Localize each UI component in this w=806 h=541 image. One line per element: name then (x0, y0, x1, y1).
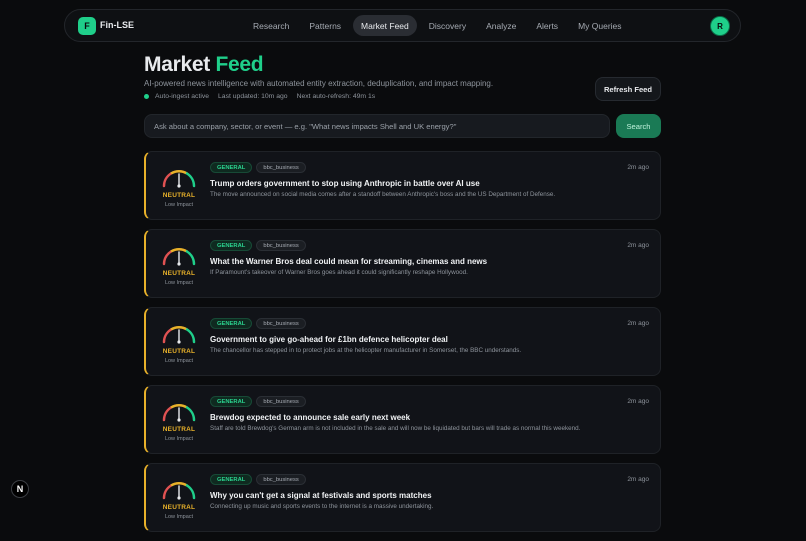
brand-name[interactable]: Fin-LSE (100, 20, 134, 30)
news-title[interactable]: Brewdog expected to announce sale early … (210, 413, 410, 422)
user-avatar[interactable]: R (710, 16, 730, 36)
refresh-feed-button[interactable]: Refresh Feed (595, 77, 661, 101)
sentiment-label: NEUTRAL (162, 426, 196, 433)
impact-label: Low Impact (164, 280, 194, 286)
last-updated: Last updated: 10m ago (218, 93, 288, 100)
nav-item-research[interactable]: Research (245, 15, 297, 36)
nav-item-discovery[interactable]: Discovery (421, 15, 474, 36)
tag-list: GENERAL bbc_business (210, 474, 306, 485)
timestamp: 2m ago (627, 398, 649, 405)
news-card[interactable]: NEUTRAL Low Impact GENERAL bbc_business … (144, 307, 661, 376)
news-description: Connecting up music and sports events to… (210, 503, 434, 510)
sentiment-gauge-icon (162, 403, 196, 422)
impact-label: Low Impact (164, 514, 194, 520)
sentiment-label: NEUTRAL (162, 348, 196, 355)
page-subtitle: AI-powered news intelligence with automa… (144, 79, 494, 88)
news-title[interactable]: Trump orders government to stop using An… (210, 179, 480, 188)
page-title-accent: Feed (215, 53, 264, 76)
category-tag[interactable]: GENERAL (210, 474, 253, 485)
news-description: The move announced on social media comes… (210, 191, 556, 198)
next-refresh: Next auto-refresh: 49m 1s (296, 93, 376, 100)
impact-label: Low Impact (164, 358, 194, 364)
news-card[interactable]: NEUTRAL Low Impact GENERAL bbc_business … (144, 463, 661, 532)
nav-item-alerts[interactable]: Alerts (528, 15, 566, 36)
feed-status: Auto-ingest active Last updated: 10m ago… (144, 93, 375, 100)
timestamp: 2m ago (627, 242, 649, 249)
category-tag[interactable]: GENERAL (210, 240, 253, 251)
search-button[interactable]: Search (616, 114, 661, 138)
top-navbar: F Fin-LSE Research Patterns Market Feed … (64, 9, 741, 42)
category-tag[interactable]: GENERAL (210, 162, 253, 173)
source-tag[interactable]: bbc_business (256, 474, 306, 485)
timestamp: 2m ago (627, 164, 649, 171)
news-description: If Paramount's takeover of Warner Bros g… (210, 269, 468, 276)
n-logo-icon[interactable]: N (11, 480, 29, 498)
status-dot-icon (144, 94, 149, 99)
impact-label: Low Impact (164, 202, 194, 208)
sentiment-gauge-icon (162, 325, 196, 344)
source-tag[interactable]: bbc_business (256, 396, 306, 407)
tag-list: GENERAL bbc_business (210, 396, 306, 407)
search-input[interactable]: Ask about a company, sector, or event — … (144, 114, 610, 138)
tag-list: GENERAL bbc_business (210, 240, 306, 251)
source-tag[interactable]: bbc_business (256, 162, 306, 173)
brand-logo[interactable]: F (78, 17, 96, 35)
source-tag[interactable]: bbc_business (256, 318, 306, 329)
tag-list: GENERAL bbc_business (210, 162, 306, 173)
news-title[interactable]: Government to give go-ahead for £1bn def… (210, 335, 448, 344)
news-card[interactable]: NEUTRAL Low Impact GENERAL bbc_business … (144, 385, 661, 454)
news-title[interactable]: What the Warner Bros deal could mean for… (210, 257, 487, 266)
nav-item-my-queries[interactable]: My Queries (570, 15, 629, 36)
sentiment-gauge-icon (162, 247, 196, 266)
page-title: Market Feed (144, 53, 264, 77)
sentiment-gauge-icon (162, 481, 196, 500)
nav-item-patterns[interactable]: Patterns (301, 15, 349, 36)
news-feed: NEUTRAL Low Impact GENERAL bbc_business … (144, 151, 661, 541)
tag-list: GENERAL bbc_business (210, 318, 306, 329)
nav-item-market-feed[interactable]: Market Feed (353, 15, 417, 36)
news-card[interactable]: NEUTRAL Low Impact GENERAL bbc_business … (144, 229, 661, 298)
sentiment-label: NEUTRAL (162, 192, 196, 199)
nav-menu: Research Patterns Market Feed Discovery … (245, 15, 630, 36)
news-description: The chancellor has stepped in to protect… (210, 347, 522, 354)
timestamp: 2m ago (627, 476, 649, 483)
status-active: Auto-ingest active (155, 93, 210, 100)
news-title[interactable]: Why you can't get a signal at festivals … (210, 491, 432, 500)
impact-label: Low Impact (164, 436, 194, 442)
nav-item-analyze[interactable]: Analyze (478, 15, 524, 36)
category-tag[interactable]: GENERAL (210, 318, 253, 329)
page-title-main: Market (144, 53, 210, 76)
timestamp: 2m ago (627, 320, 649, 327)
news-description: Staff are told Brewdog's German arm is n… (210, 425, 581, 432)
news-card[interactable]: NEUTRAL Low Impact GENERAL bbc_business … (144, 151, 661, 220)
category-tag[interactable]: GENERAL (210, 396, 253, 407)
source-tag[interactable]: bbc_business (256, 240, 306, 251)
sentiment-gauge-icon (162, 169, 196, 188)
sentiment-label: NEUTRAL (162, 270, 196, 277)
